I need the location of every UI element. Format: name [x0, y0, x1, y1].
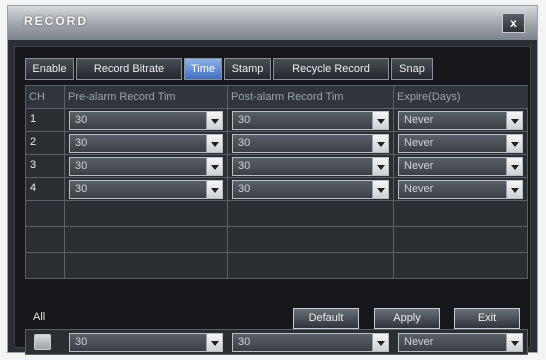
dropdown-value: 30 [75, 336, 88, 348]
chevron-down-icon[interactable] [372, 112, 388, 129]
chevron-down-icon[interactable] [206, 158, 222, 175]
chevron-down-icon[interactable] [506, 334, 522, 351]
column-header-pre-alarm: Pre-alarm Record Tim [65, 86, 227, 108]
column-divider [64, 86, 65, 278]
all-channels-row: 30 30 Never [25, 329, 528, 355]
settings-panel: Enable Record Bitrate Time Stamp Recycle… [14, 46, 531, 355]
post-alarm-dropdown[interactable]: 30 [232, 180, 389, 199]
column-header-ch: CH [26, 86, 64, 108]
row-divider [26, 226, 527, 227]
dropdown-value: Never [404, 160, 434, 172]
row-divider [26, 252, 527, 253]
dropdown-value: 30 [75, 183, 88, 195]
all-pre-alarm-dropdown[interactable]: 30 [69, 333, 223, 352]
dropdown-value: Never [404, 114, 434, 126]
tab-snap[interactable]: Snap [391, 58, 433, 80]
column-header-expire: Expire(Days) [394, 86, 528, 108]
chevron-down-icon[interactable] [206, 135, 222, 152]
dropdown-value: Never [404, 336, 434, 348]
chevron-down-icon[interactable] [506, 135, 522, 152]
chevron-down-icon[interactable] [506, 181, 522, 198]
expire-dropdown[interactable]: Never [398, 111, 523, 130]
chevron-down-icon[interactable] [372, 158, 388, 175]
all-channels-label: All [33, 311, 46, 323]
column-divider [227, 86, 228, 278]
dropdown-value: Never [404, 183, 434, 195]
title-bar[interactable]: RECORD x [8, 6, 537, 40]
dropdown-value: 30 [75, 160, 88, 172]
dropdown-value: 30 [238, 137, 251, 149]
column-divider [393, 86, 394, 278]
channel-number: 3 [30, 159, 37, 171]
channel-number: 2 [30, 136, 37, 148]
channel-number: 1 [30, 113, 37, 125]
chevron-down-icon[interactable] [206, 181, 222, 198]
chevron-down-icon[interactable] [506, 158, 522, 175]
row-divider [26, 154, 527, 155]
window-title: RECORD [24, 14, 89, 28]
tab-record-bitrate[interactable]: Record Bitrate [76, 58, 182, 80]
row-divider [26, 131, 527, 132]
tab-stamp[interactable]: Stamp [224, 58, 271, 80]
close-icon: x [510, 16, 517, 30]
all-channels-checkbox[interactable] [34, 334, 51, 350]
pre-alarm-dropdown[interactable]: 30 [69, 180, 223, 199]
chevron-down-icon[interactable] [372, 181, 388, 198]
chevron-down-icon[interactable] [506, 112, 522, 129]
chevron-down-icon[interactable] [372, 135, 388, 152]
column-header-post-alarm: Post-alarm Record Tim [228, 86, 393, 108]
tab-recycle-record[interactable]: Recycle Record [273, 58, 389, 80]
dropdown-value: 30 [238, 336, 251, 348]
chevron-down-icon[interactable] [206, 112, 222, 129]
row-divider [26, 200, 527, 201]
record-settings-window: RECORD x Enable Record Bitrate Time Stam… [7, 5, 538, 355]
post-alarm-dropdown[interactable]: 30 [232, 157, 389, 176]
apply-button[interactable]: Apply [374, 308, 440, 329]
chevron-down-icon[interactable] [206, 334, 222, 351]
channel-number: 4 [30, 182, 37, 194]
expire-dropdown[interactable]: Never [398, 157, 523, 176]
pre-alarm-dropdown[interactable]: 30 [69, 134, 223, 153]
dropdown-value: 30 [75, 137, 88, 149]
post-alarm-dropdown[interactable]: 30 [232, 134, 389, 153]
post-alarm-dropdown[interactable]: 30 [232, 111, 389, 130]
dropdown-value: 30 [238, 114, 251, 126]
chevron-down-icon[interactable] [372, 334, 388, 351]
row-divider [26, 177, 527, 178]
pre-alarm-dropdown[interactable]: 30 [69, 157, 223, 176]
exit-button[interactable]: Exit [454, 308, 520, 329]
row-divider [26, 108, 527, 109]
dropdown-value: 30 [238, 183, 251, 195]
dropdown-value: 30 [238, 160, 251, 172]
time-settings-table: CH Pre-alarm Record Tim Post-alarm Recor… [25, 85, 528, 279]
all-expire-dropdown[interactable]: Never [398, 333, 523, 352]
all-post-alarm-dropdown[interactable]: 30 [232, 333, 389, 352]
expire-dropdown[interactable]: Never [398, 180, 523, 199]
tab-enable[interactable]: Enable [25, 58, 74, 80]
tab-time[interactable]: Time [184, 58, 222, 80]
pre-alarm-dropdown[interactable]: 30 [69, 111, 223, 130]
close-button[interactable]: x [502, 13, 525, 33]
default-button[interactable]: Default [293, 308, 359, 329]
dropdown-value: 30 [75, 114, 88, 126]
dropdown-value: Never [404, 137, 434, 149]
expire-dropdown[interactable]: Never [398, 134, 523, 153]
